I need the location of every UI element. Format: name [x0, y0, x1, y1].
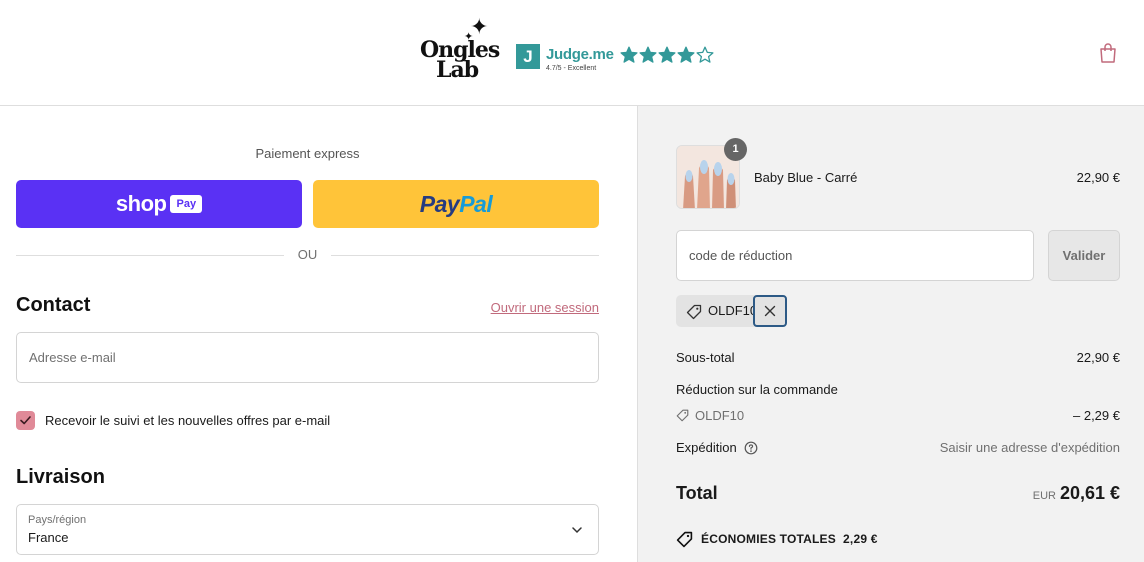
- delivery-heading: Livraison: [16, 466, 105, 488]
- star-filled-icon: [658, 46, 676, 63]
- country-label: Pays/région: [28, 514, 87, 526]
- subtotal-label: Sous-total: [676, 350, 735, 365]
- savings-tag-icon: [676, 531, 693, 548]
- total-currency: EUR: [1032, 490, 1056, 502]
- judgeme-rating: 4.7/5 - Excellent: [546, 65, 597, 72]
- tag-icon: [676, 409, 689, 422]
- applied-code: OLDF10: [708, 303, 758, 318]
- discount-code-input[interactable]: [676, 230, 1034, 281]
- contact-heading: Contact: [16, 294, 91, 316]
- close-icon: [764, 305, 776, 317]
- quantity-badge: 1: [724, 138, 747, 161]
- country-value: France: [28, 530, 69, 545]
- total-label: Total: [676, 483, 718, 503]
- logo-line2: Lab: [436, 57, 479, 83]
- subtotal-value: 22,90 €: [1076, 350, 1120, 365]
- total-value: 20,61 €: [1059, 483, 1120, 503]
- checkmark-icon: [20, 416, 31, 425]
- discount-amount: – 2,29 €: [1073, 408, 1120, 423]
- apply-discount-button[interactable]: Valider: [1048, 230, 1120, 281]
- info-icon[interactable]: [744, 441, 758, 455]
- site-header: ✦ ✦ Ongles Lab J Judge.me 4.7/5 - Excell…: [0, 0, 1144, 106]
- login-link[interactable]: Ouvrir une session: [491, 300, 599, 315]
- rating-stars: [620, 46, 714, 64]
- product-price: 22,90 €: [1076, 170, 1120, 185]
- savings-value: 2,29 €: [843, 532, 878, 546]
- star-filled-icon: [620, 46, 638, 63]
- shipping-label: Expédition: [676, 440, 737, 455]
- tag-icon: [686, 304, 702, 320]
- star-filled-icon: [677, 46, 695, 63]
- store-logo[interactable]: ✦ ✦ Ongles Lab: [418, 16, 502, 88]
- express-checkout-title: Paiement express: [255, 146, 360, 161]
- total-savings: ÉCONOMIES TOTALES 2,29 €: [701, 532, 878, 546]
- shopping-bag-icon[interactable]: [1098, 42, 1118, 64]
- newsletter-label: Recevoir le suivi et les nouvelles offre…: [45, 413, 331, 428]
- discount-code-line: OLDF10: [695, 408, 745, 423]
- judgeme-logo: J: [516, 44, 540, 69]
- paypal-wordmark: PayPal: [419, 190, 493, 217]
- shipping-value: Saisir une adresse d'expédition: [939, 440, 1120, 455]
- star-filled-icon: [639, 46, 657, 63]
- shop-pay-badge: Pay: [170, 195, 203, 213]
- order-discount-label: Réduction sur la commande: [676, 382, 838, 397]
- product-name: Baby Blue - Carré: [754, 170, 858, 185]
- savings-label: ÉCONOMIES TOTALES: [701, 532, 836, 546]
- shop-pay-wordmark: shop: [115, 191, 167, 216]
- country-select[interactable]: Pays/région France: [16, 504, 599, 555]
- chevron-down-icon: [572, 527, 582, 534]
- remove-discount-button[interactable]: [753, 295, 787, 327]
- judgeme-name: Judge.me: [546, 46, 614, 63]
- star-empty-icon: [696, 46, 714, 63]
- shop-pay-button[interactable]: shop Pay: [16, 180, 302, 228]
- applied-discount-chip: OLDF10: [676, 295, 760, 327]
- email-field[interactable]: [16, 332, 599, 383]
- or-divider: OU: [16, 246, 599, 264]
- paypal-button[interactable]: PayPal: [313, 180, 599, 228]
- newsletter-checkbox[interactable]: [16, 411, 35, 430]
